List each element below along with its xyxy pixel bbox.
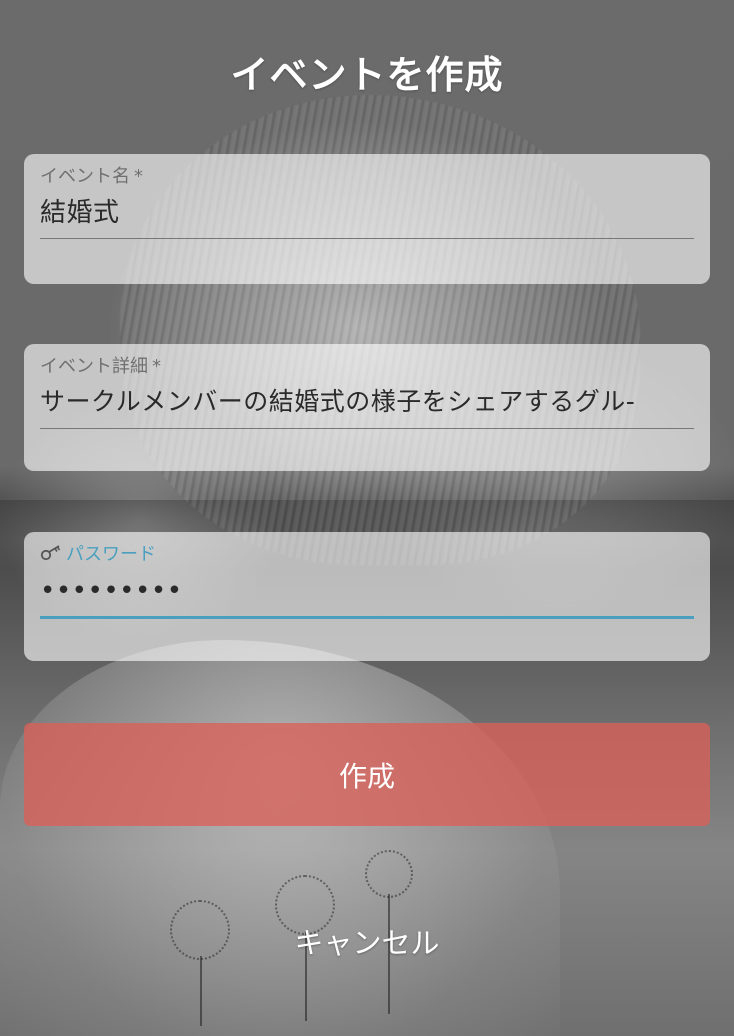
cancel-button[interactable]: キャンセル (0, 920, 734, 962)
event-name-label-text: イベント名 (40, 166, 130, 187)
create-button[interactable]: 作成 (24, 723, 710, 826)
event-detail-label-text: イベント詳細 (40, 356, 148, 377)
event-name-input[interactable]: 結婚式 (40, 192, 694, 229)
password-input[interactable]: ••••••••• (40, 576, 694, 606)
key-icon (40, 544, 62, 562)
required-mark: * (134, 166, 143, 187)
required-mark: * (152, 356, 161, 377)
page-title: イベントを作成 (230, 53, 504, 97)
event-name-field[interactable]: イベント名 * 結婚式 (24, 154, 710, 284)
password-label: パスワード (40, 540, 156, 566)
event-name-label: イベント名 * (40, 162, 143, 188)
event-detail-label: イベント詳細 * (40, 352, 161, 378)
password-label-text: パスワード (66, 544, 156, 565)
create-event-screen: イベントを作成 イベント名 * 結婚式 イベント詳細 * サークルメンバーの結婚式の… (0, 0, 734, 1036)
event-detail-underline (40, 428, 694, 429)
event-name-underline (40, 238, 694, 239)
event-detail-input[interactable]: サークルメンバーの結婚式の様子をシェアするグル- (40, 382, 694, 418)
password-underline (40, 616, 694, 619)
event-detail-field[interactable]: イベント詳細 * サークルメンバーの結婚式の様子をシェアするグル- (24, 344, 710, 471)
password-field[interactable]: パスワード ••••••••• (24, 532, 710, 661)
